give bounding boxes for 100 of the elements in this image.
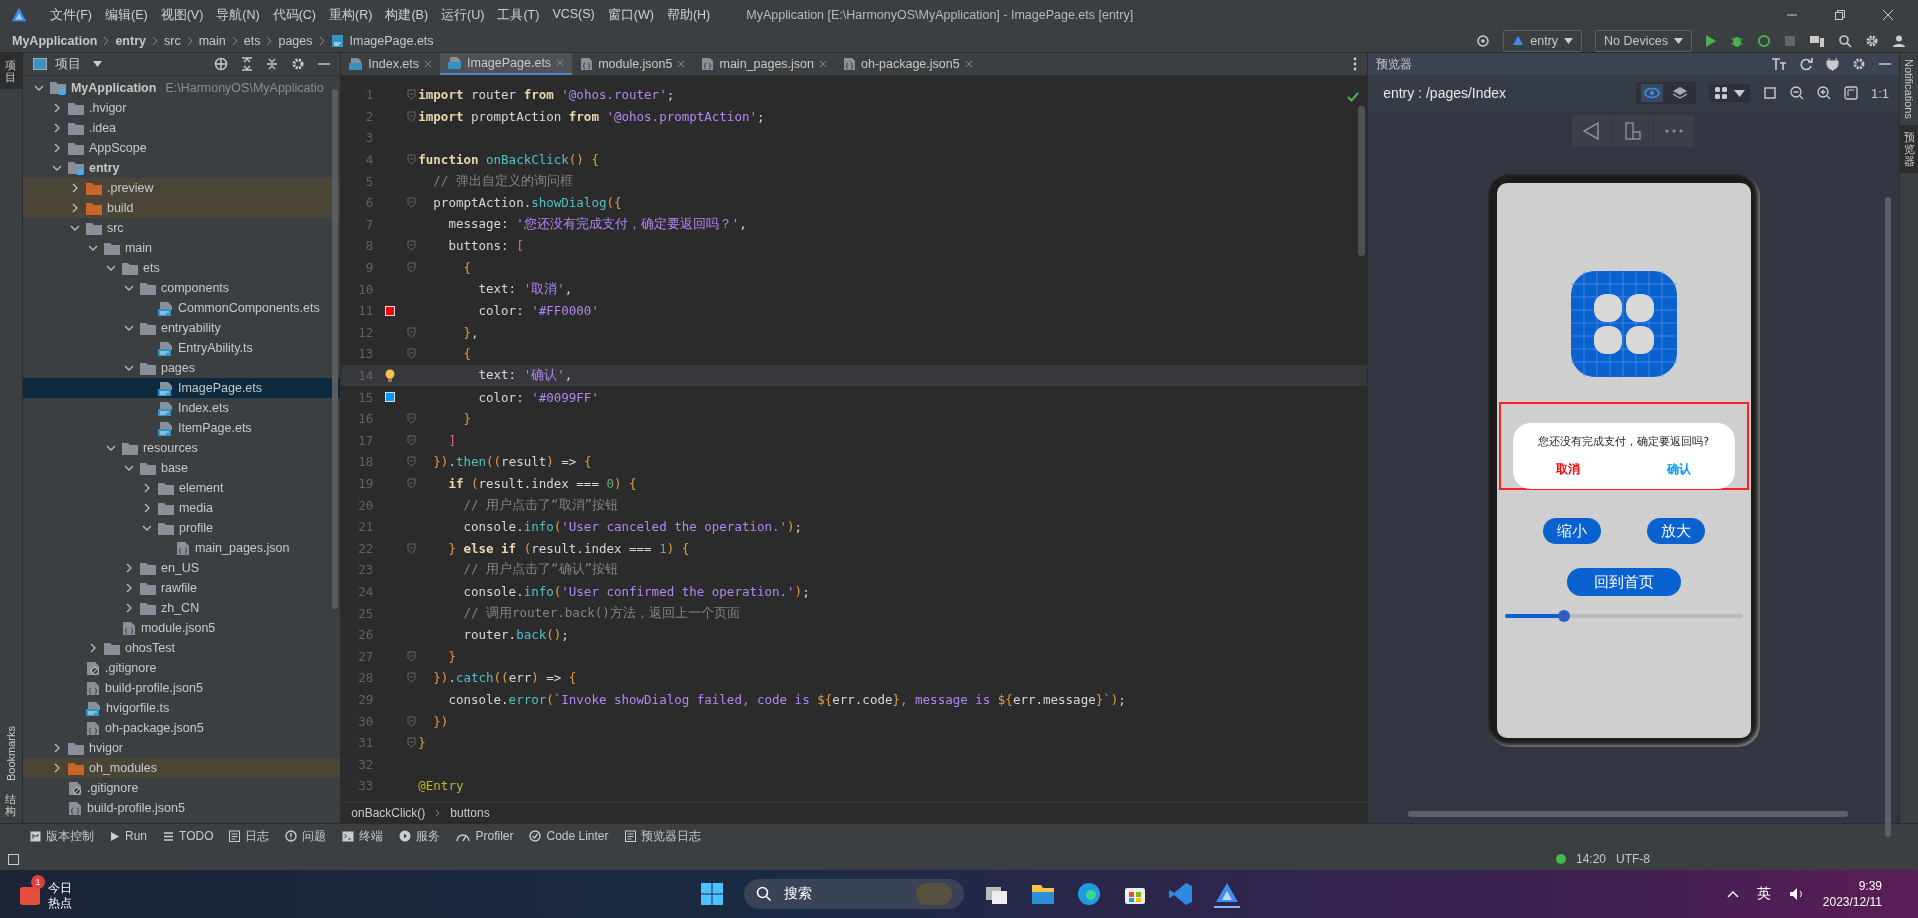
scrollbar[interactable]	[1885, 197, 1892, 837]
home-button[interactable]: 回到首页	[1566, 568, 1681, 596]
font-size-icon[interactable]	[1771, 57, 1788, 71]
breadcrumb-item[interactable]: buttons	[450, 806, 490, 820]
chevron-down-icon[interactable]	[33, 85, 44, 91]
menu-item[interactable]: 代码(C)	[272, 6, 317, 24]
tree-item[interactable]: src	[22, 218, 341, 238]
tree-item[interactable]: zh_CN	[22, 598, 341, 618]
scrollbar[interactable]	[1408, 811, 1849, 817]
more-icon[interactable]	[1353, 57, 1358, 71]
chevron-down-icon[interactable]	[123, 325, 134, 331]
zoom-in-icon[interactable]	[1816, 86, 1831, 100]
chevron-right-icon[interactable]	[53, 123, 60, 133]
tree-item[interactable]: .gitignore	[22, 778, 341, 798]
close-icon[interactable]	[424, 60, 433, 68]
device-dropdown[interactable]	[1708, 84, 1750, 102]
input-language[interactable]: 英	[1756, 885, 1771, 903]
run-config-dropdown[interactable]: entry	[1503, 30, 1583, 52]
file-encoding[interactable]: UTF-8	[1616, 852, 1650, 866]
zoom-out-button[interactable]: 缩小	[1542, 518, 1601, 544]
chevron-right-icon[interactable]	[125, 583, 132, 593]
locate-icon[interactable]	[214, 57, 229, 71]
search-icon[interactable]	[1838, 34, 1852, 48]
chevron-right-icon[interactable]	[71, 183, 78, 193]
tree-item[interactable]: profile	[22, 518, 341, 538]
tool-window-button[interactable]: TODO	[163, 829, 214, 843]
breadcrumb-item[interactable]: onBackClick()	[351, 806, 426, 820]
menu-item[interactable]: 工具(T)	[497, 6, 540, 24]
close-icon[interactable]	[677, 60, 686, 68]
menu-item[interactable]: 导航(N)	[216, 6, 260, 24]
collapse-all-icon[interactable]	[266, 57, 279, 71]
tree-item[interactable]: entryability	[22, 318, 341, 338]
chevron-down-icon[interactable]	[123, 285, 134, 291]
tree-item[interactable]: main_pages.json	[22, 538, 341, 558]
tree-item[interactable]: EntryAbility.ts	[22, 338, 341, 358]
back-icon[interactable]	[1572, 115, 1614, 147]
chevron-right-icon[interactable]	[89, 643, 96, 653]
minimize-icon[interactable]	[318, 62, 331, 66]
tree-item[interactable]: rawfile	[22, 578, 341, 598]
settings-icon[interactable]	[291, 57, 306, 71]
tree-item[interactable]: components	[22, 278, 341, 298]
editor-tab[interactable]: module.json5	[572, 53, 694, 75]
search-field[interactable]: 搜索	[744, 879, 964, 909]
tool-window-tab[interactable]: 结构	[0, 786, 22, 823]
tree-item[interactable]: resources	[22, 438, 341, 458]
chevron-down-icon[interactable]	[69, 225, 80, 231]
speaker-icon[interactable]	[1788, 887, 1805, 901]
tree-item[interactable]: base	[22, 458, 341, 478]
menu-item[interactable]: 文件(F)	[50, 6, 92, 24]
tree-item[interactable]: hvigor	[22, 738, 341, 758]
breadcrumb-item[interactable]: MyApplication	[12, 34, 98, 48]
tool-window-button[interactable]: Run	[110, 829, 147, 843]
tree-item[interactable]: main	[22, 238, 341, 258]
tool-window-tab[interactable]: 项目	[0, 53, 22, 90]
tree-item[interactable]: MyApplication E:\HarmonyOS\MyApplicatio	[22, 78, 341, 98]
tool-window-button[interactable]: 预览器日志	[624, 827, 701, 845]
menu-item[interactable]: 窗口(W)	[607, 6, 654, 24]
tree-item[interactable]: ohosTest	[22, 638, 341, 658]
chevron-right-icon[interactable]	[143, 483, 150, 493]
tool-window-button[interactable]: 版本控制	[30, 827, 94, 845]
tree-item[interactable]: Index.ets	[22, 398, 341, 418]
start-icon[interactable]	[700, 882, 724, 906]
tree-item[interactable]: ItemPage.ets	[22, 418, 341, 438]
tool-window-button[interactable]: Profiler	[456, 829, 514, 843]
zoom-label[interactable]: 1:1	[1870, 85, 1890, 101]
restore-icon[interactable]	[1834, 9, 1846, 21]
chevron-right-icon[interactable]	[53, 143, 60, 153]
tree-item[interactable]: module.json5	[22, 618, 341, 638]
tree-item[interactable]: .preview	[22, 178, 341, 198]
tree-item[interactable]: element	[22, 478, 341, 498]
fit-icon[interactable]	[1762, 86, 1777, 100]
tool-window-button[interactable]: Code Linter	[529, 829, 609, 843]
plug-icon[interactable]	[1826, 57, 1840, 71]
refresh-icon[interactable]	[1800, 57, 1814, 71]
tree-item[interactable]: hvigorfile.ts	[22, 698, 341, 718]
run-icon[interactable]	[1705, 34, 1717, 48]
debug-icon[interactable]	[1730, 34, 1744, 48]
chevron-down-icon[interactable]	[123, 465, 134, 471]
breadcrumb-item[interactable]: ets	[243, 34, 261, 48]
chevron-right-icon[interactable]	[53, 743, 60, 753]
minimize-icon[interactable]	[1879, 62, 1892, 66]
breadcrumb-item[interactable]: entry	[115, 34, 146, 48]
weather-widget[interactable]: 1 今日 热点	[16, 875, 76, 913]
menu-item[interactable]: 构建(B)	[385, 6, 429, 24]
chevron-right-icon[interactable]	[143, 503, 150, 513]
tool-window-tab[interactable]: Notifications	[1900, 53, 1918, 125]
chevron-right-icon[interactable]	[71, 203, 78, 213]
layout-icon[interactable]	[8, 853, 19, 865]
panel-title[interactable]: 项目	[54, 55, 81, 73]
tool-window-tab[interactable]: Bookmarks	[0, 719, 22, 787]
menu-item[interactable]: 编辑(E)	[104, 6, 148, 24]
device-dropdown[interactable]: No Devices	[1595, 30, 1692, 52]
tool-window-tab[interactable]: 预览器	[1900, 124, 1918, 174]
menu-item[interactable]: 视图(V)	[160, 6, 204, 24]
chevron-right-icon[interactable]	[125, 563, 132, 573]
tree-item[interactable]: entry	[22, 158, 341, 178]
user-icon[interactable]	[1892, 34, 1906, 48]
tree-item[interactable]: .idea	[22, 118, 341, 138]
tool-window-button[interactable]: 终端	[342, 827, 384, 845]
color-swatch-icon[interactable]	[385, 305, 396, 316]
